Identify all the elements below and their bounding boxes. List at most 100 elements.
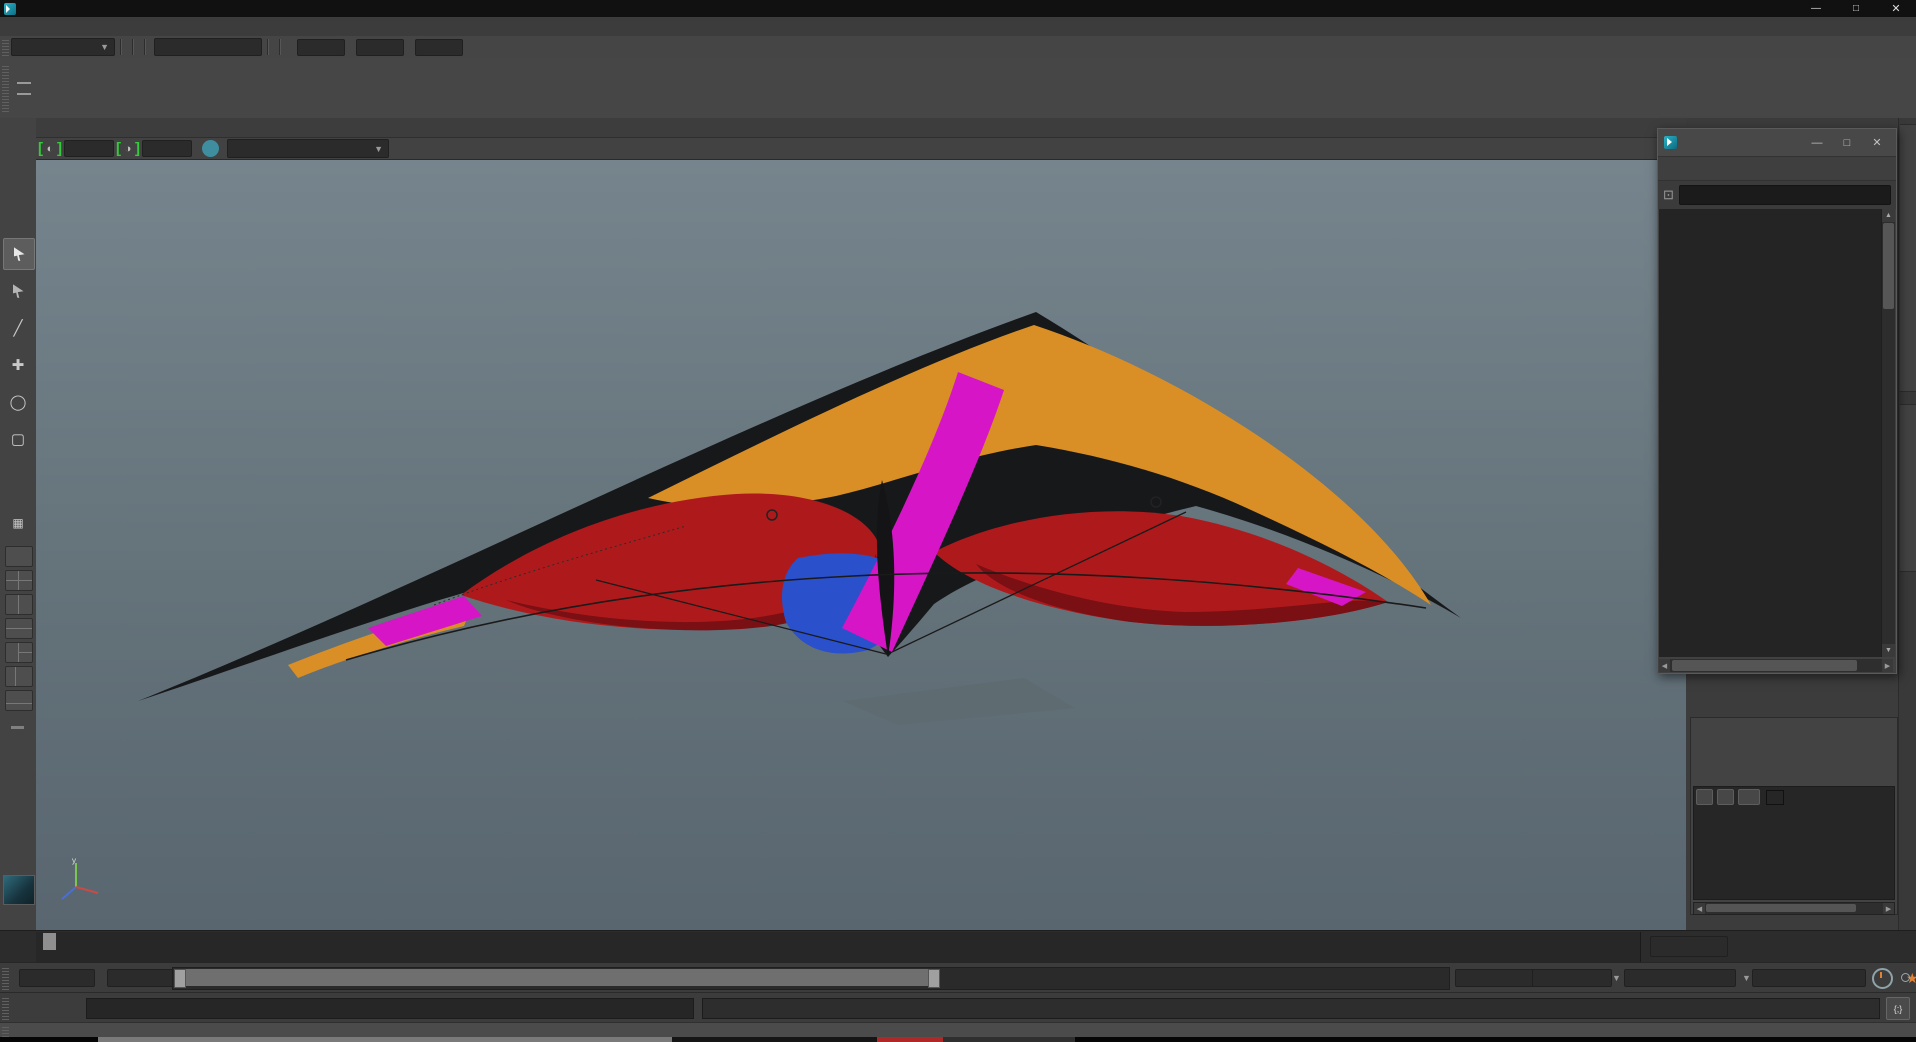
- help-line: [0, 1022, 1916, 1038]
- script-editor-icon[interactable]: {;}: [1886, 997, 1910, 1020]
- range-slider-row: ▼ ▼ ★: [0, 962, 1916, 993]
- layer-row[interactable]: [1694, 787, 1894, 807]
- color-space-dropdown[interactable]: ▼: [227, 139, 389, 158]
- time-slider[interactable]: [36, 932, 1641, 962]
- layout-current-button[interactable]: [3, 875, 35, 905]
- outliner-search-row: ⊡: [1658, 181, 1896, 209]
- current-frame-field[interactable]: [1650, 936, 1728, 957]
- scale-tool-button[interactable]: ▢: [3, 424, 33, 454]
- minimize-icon[interactable]: —: [1802, 137, 1832, 149]
- maximize-icon[interactable]: □: [1836, 0, 1876, 17]
- grip-handle[interactable]: [2, 38, 9, 56]
- layer-editor-toolbar: [1691, 739, 1897, 761]
- move-tool-button[interactable]: ✚: [3, 350, 33, 380]
- layout-outliner-persp-button[interactable]: [5, 666, 33, 687]
- range-slider-track[interactable]: [172, 967, 1450, 990]
- playback-start-field[interactable]: [107, 969, 181, 987]
- command-line-row: {;}: [0, 992, 1916, 1023]
- layer-visibility-toggle[interactable]: [1696, 789, 1713, 805]
- x-input[interactable]: [297, 38, 345, 56]
- grip-handle[interactable]: [2, 996, 9, 1020]
- layer-color-swatch[interactable]: [1766, 789, 1784, 805]
- ground-mesh-plane: [843, 678, 1075, 725]
- chevron-down-icon: ▼: [100, 42, 109, 52]
- z-input[interactable]: [415, 38, 463, 56]
- mel-command-input[interactable]: [86, 998, 694, 1019]
- layout-hypergraph-persp-button[interactable]: [5, 690, 33, 711]
- layout-three-pane-button[interactable]: [5, 642, 33, 663]
- kite-model: [138, 312, 1461, 701]
- grip-handle: [2, 1024, 9, 1037]
- toolbox-separator: [11, 726, 24, 729]
- shelf-menu-icon[interactable]: [17, 81, 31, 95]
- color-management-toggle[interactable]: [202, 140, 219, 157]
- scroll-left-icon[interactable]: ◀: [1659, 659, 1670, 672]
- live-surface-field[interactable]: [154, 38, 262, 56]
- character-set-icon[interactable]: ★: [1901, 970, 1916, 987]
- viewport-canvas[interactable]: y: [36, 160, 1686, 932]
- layout-single-pane-button[interactable]: [5, 546, 33, 567]
- rotate-tool-button[interactable]: ◯: [3, 387, 33, 417]
- outliner-tree: [1659, 209, 1893, 657]
- tab-channel-box-layer-editor[interactable]: [1900, 124, 1916, 392]
- scroll-right-icon[interactable]: ▶: [1883, 903, 1894, 914]
- chevron-down-icon[interactable]: ▼: [1742, 973, 1751, 983]
- filter-icon[interactable]: ⊡: [1663, 187, 1674, 203]
- maya-application-window: — □ ✕ ▼ ╱ ✚ ◯ ▢ ▦ [◐] [◑] ▼ y ◀ ▶ — …: [0, 0, 1916, 1042]
- paint-select-tool-button[interactable]: ╱: [3, 313, 33, 343]
- y-input[interactable]: [356, 38, 404, 56]
- time-slider-row: [0, 930, 1916, 963]
- layer-display-type-toggle[interactable]: [1738, 789, 1760, 805]
- current-frame-marker[interactable]: [43, 933, 56, 950]
- outliner-title-bar[interactable]: — □ ✕: [1658, 129, 1896, 157]
- taskbar-sliver: [0, 1037, 1916, 1042]
- outliner-search-input[interactable]: [1678, 185, 1891, 205]
- gamma-field[interactable]: [142, 140, 192, 157]
- animation-end-field[interactable]: [1532, 969, 1612, 987]
- main-menu-bar: [0, 17, 1916, 37]
- viewport-panel: [◐] [◑] ▼ y: [36, 118, 1686, 932]
- scroll-down-icon[interactable]: ▼: [1882, 644, 1895, 657]
- layer-list: [1693, 786, 1895, 900]
- chevron-down-icon: ▼: [374, 143, 383, 154]
- scroll-left-icon[interactable]: ◀: [1694, 903, 1705, 914]
- character-set-field[interactable]: [1752, 969, 1866, 987]
- layer-playback-toggle[interactable]: [1717, 789, 1734, 805]
- maximize-icon[interactable]: □: [1832, 137, 1862, 149]
- scroll-right-icon[interactable]: ▶: [1882, 659, 1893, 672]
- tab-attribute-editor[interactable]: [1900, 404, 1916, 572]
- outliner-vscrollbar[interactable]: ▲ ▼: [1881, 209, 1895, 657]
- layer-list-hscrollbar[interactable]: ◀ ▶: [1693, 902, 1895, 915]
- layer-editor-panel: ◀ ▶: [1690, 695, 1898, 915]
- range-end-handle[interactable]: [928, 969, 940, 988]
- range-start-handle[interactable]: [174, 969, 186, 988]
- layout-two-pane-side-button[interactable]: [5, 594, 33, 615]
- animation-start-field[interactable]: [19, 969, 95, 987]
- playback-end-field[interactable]: [1455, 969, 1535, 987]
- last-tool-button[interactable]: ▦: [3, 508, 33, 538]
- scroll-up-icon[interactable]: ▲: [1882, 209, 1895, 222]
- minimize-icon[interactable]: —: [1796, 0, 1836, 17]
- range-slider-bar[interactable]: [174, 969, 940, 988]
- close-icon[interactable]: ✕: [1862, 136, 1892, 149]
- close-icon[interactable]: ✕: [1876, 0, 1916, 17]
- menu-set-dropdown[interactable]: ▼: [11, 38, 115, 56]
- panel-menu-bar: [36, 118, 1686, 138]
- shelf: [0, 58, 1916, 119]
- exposure-field[interactable]: [64, 140, 114, 157]
- anim-layer-field[interactable]: [1624, 969, 1736, 987]
- layout-four-pane-button[interactable]: [5, 570, 33, 591]
- grip-handle[interactable]: [2, 64, 9, 112]
- outliner-menu-bar: [1658, 157, 1896, 181]
- outliner-hscrollbar[interactable]: ◀ ▶: [1659, 659, 1893, 672]
- maya-logo-icon: [4, 2, 16, 15]
- chevron-down-icon[interactable]: ▼: [1612, 973, 1621, 983]
- layer-editor-menus: [1691, 718, 1897, 739]
- select-tool-button[interactable]: [3, 238, 35, 270]
- svg-text:y: y: [72, 857, 76, 865]
- auto-keyframe-icon[interactable]: [1872, 967, 1893, 989]
- lasso-tool-button[interactable]: [3, 276, 33, 306]
- title-bar: — □ ✕: [0, 0, 1916, 17]
- layout-two-pane-stacked-button[interactable]: [5, 618, 33, 639]
- grip-handle[interactable]: [2, 966, 9, 990]
